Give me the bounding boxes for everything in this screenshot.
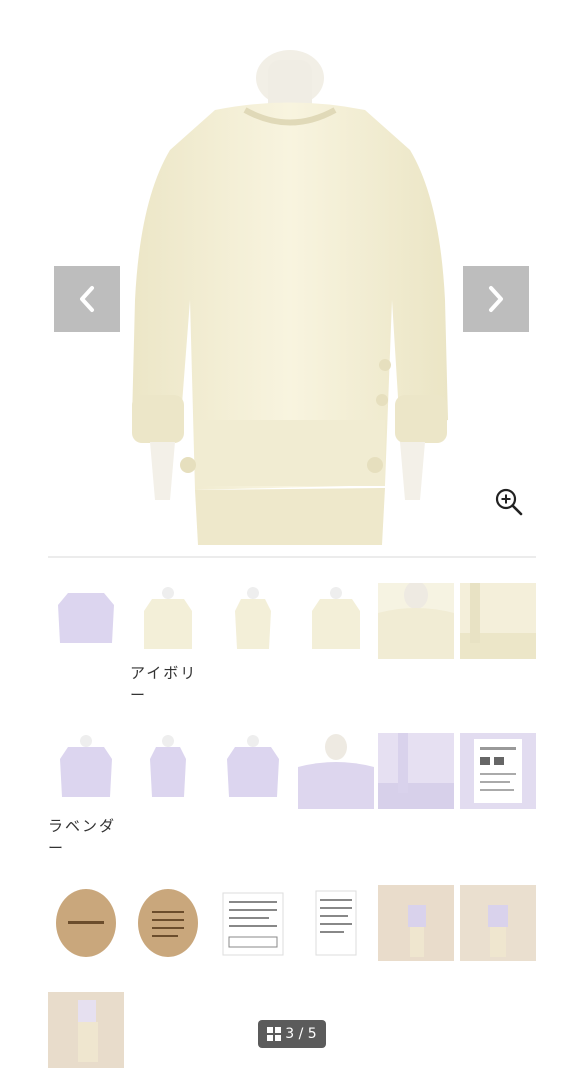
thumbnail-ivory-hem-detail[interactable]: [460, 583, 536, 659]
thumbnail-care-card[interactable]: [215, 885, 291, 961]
image-counter-button[interactable]: 3 / 5: [258, 1020, 326, 1048]
image-counter-text: 3 / 5: [285, 1026, 317, 1042]
thumbnail-lavender-hem-detail[interactable]: [378, 733, 454, 809]
color-label-lavender: ラベンダー: [48, 817, 117, 857]
thumbnail-organic-tag[interactable]: [48, 885, 124, 961]
thumbnail-ivory-neck-detail[interactable]: [378, 583, 454, 659]
thumbnail-brand-tag[interactable]: [130, 885, 206, 961]
color-label-ivory: アイボリー: [130, 664, 198, 704]
grid-icon: [267, 1027, 282, 1041]
thumbnail-model-3[interactable]: [48, 992, 124, 1068]
thumbnail-care-label[interactable]: [460, 733, 536, 809]
prev-image-button[interactable]: [54, 266, 120, 332]
section-divider: [48, 556, 536, 558]
thumbnail-ivory-side[interactable]: [215, 583, 291, 659]
next-image-button[interactable]: [463, 266, 529, 332]
thumbnail-lavender-back[interactable]: [215, 733, 291, 809]
chevron-right-icon: [489, 286, 503, 312]
thumbnail-lavender-side[interactable]: [130, 733, 206, 809]
thumbnail-model-2[interactable]: [460, 885, 536, 961]
thumbnail-lavender-front-2[interactable]: [48, 733, 124, 809]
thumbnail-lavender-front[interactable]: [48, 583, 124, 659]
thumbnail-model-1[interactable]: [378, 885, 454, 961]
zoom-in-icon[interactable]: [493, 486, 525, 518]
thumbnail-ivory-front[interactable]: [130, 583, 206, 659]
chevron-left-icon: [80, 286, 94, 312]
thumbnail-ivory-back[interactable]: [298, 583, 374, 659]
thumbnail-info-card[interactable]: [298, 885, 374, 961]
thumbnail-lavender-neck-detail[interactable]: [298, 733, 374, 809]
